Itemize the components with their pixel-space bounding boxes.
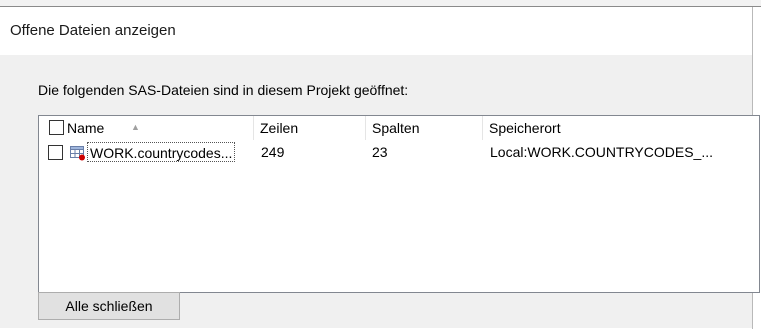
column-header-location[interactable]: Speicherort: [483, 116, 759, 140]
column-header-name[interactable]: Name ▲: [39, 116, 254, 140]
sort-ascending-icon: ▲: [131, 122, 140, 132]
dialog-titlebar: Offene Dateien anzeigen: [0, 7, 752, 55]
table-row[interactable]: WORK.countrycodes... 249 23 Local:WORK.C…: [39, 141, 759, 163]
row-checkbox[interactable]: [48, 145, 63, 160]
close-all-button[interactable]: Alle schließen: [38, 292, 180, 320]
row-name-cell: WORK.countrycodes...: [87, 142, 236, 162]
open-files-dialog: Offene Dateien anzeigen Die folgenden SA…: [0, 6, 761, 329]
dialog-title: Offene Dateien anzeigen: [10, 22, 176, 39]
column-header-name-label: Name: [67, 120, 105, 136]
row-columns-cell: 23: [372, 144, 388, 160]
select-all-checkbox[interactable]: [49, 120, 64, 135]
intro-text: Die folgenden SAS-Dateien sind in diesem…: [38, 82, 409, 98]
row-location-cell: Local:WORK.COUNTRYCODES_...: [490, 144, 714, 160]
list-header: Name ▲ Zeilen Spalten Speicherort: [39, 116, 759, 140]
sas-table-icon: [70, 146, 85, 161]
column-header-rows[interactable]: Zeilen: [254, 116, 366, 140]
open-files-list[interactable]: Name ▲ Zeilen Spalten Speicherort WORK.c…: [38, 115, 760, 293]
column-header-columns[interactable]: Spalten: [366, 116, 483, 140]
row-rows-cell: 249: [261, 144, 285, 160]
